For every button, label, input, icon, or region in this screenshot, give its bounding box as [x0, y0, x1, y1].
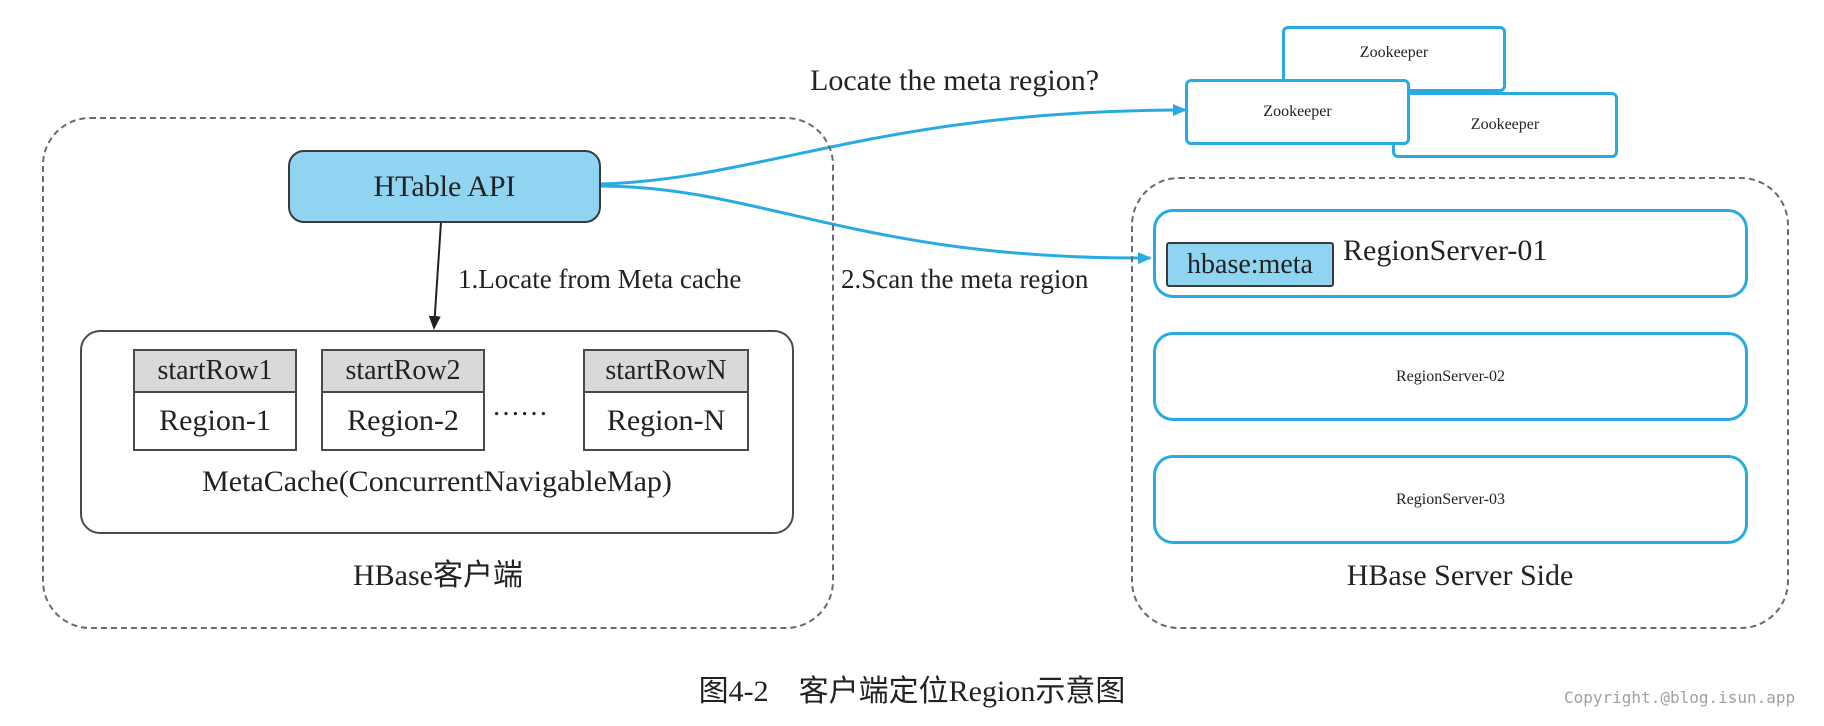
region-cell-region-2: Region-2	[321, 393, 485, 451]
region-cell-start-n: startRowN	[583, 349, 749, 393]
region-cell-start-2: startRow2	[321, 349, 485, 393]
regionserver-03[interactable]: RegionServer-03	[1153, 455, 1748, 544]
hbase-meta-region[interactable]: hbase:meta	[1166, 242, 1334, 287]
step1-label: 1.Locate from Meta cache	[458, 264, 742, 294]
copyright-watermark: Copyright.@blog.isun.app	[1564, 688, 1796, 707]
region-cell-start-1: startRow1	[133, 349, 297, 393]
regionserver-02-label: RegionServer-02	[1396, 367, 1505, 385]
zookeeper-node-right[interactable]: Zookeeper	[1392, 92, 1618, 158]
regionserver-03-label: RegionServer-03	[1396, 490, 1505, 508]
zookeeper-node-front[interactable]: Zookeeper	[1185, 79, 1410, 145]
region-cell-region-1: Region-1	[133, 393, 297, 451]
htable-api-label: HTable API	[373, 169, 516, 203]
metacache-label: MetaCache(ConcurrentNavigableMap)	[202, 465, 672, 498]
server-panel-label: HBase Server Side	[1346, 559, 1574, 592]
region-cell-region-n: Region-N	[583, 393, 749, 451]
regionserver-02[interactable]: RegionServer-02	[1153, 332, 1748, 421]
regionserver-01-label: RegionServer-01	[1343, 234, 1548, 267]
step2-label: 2.Scan the meta region	[841, 264, 1089, 294]
figure-caption: 图4-2 客户端定位Region示意图	[698, 675, 1126, 708]
htable-api-node[interactable]: HTable API	[288, 150, 601, 223]
client-panel-label: HBase客户端	[353, 559, 523, 592]
region-ellipsis: ……	[492, 391, 548, 422]
zookeeper-question: Locate the meta region?	[810, 64, 1100, 97]
